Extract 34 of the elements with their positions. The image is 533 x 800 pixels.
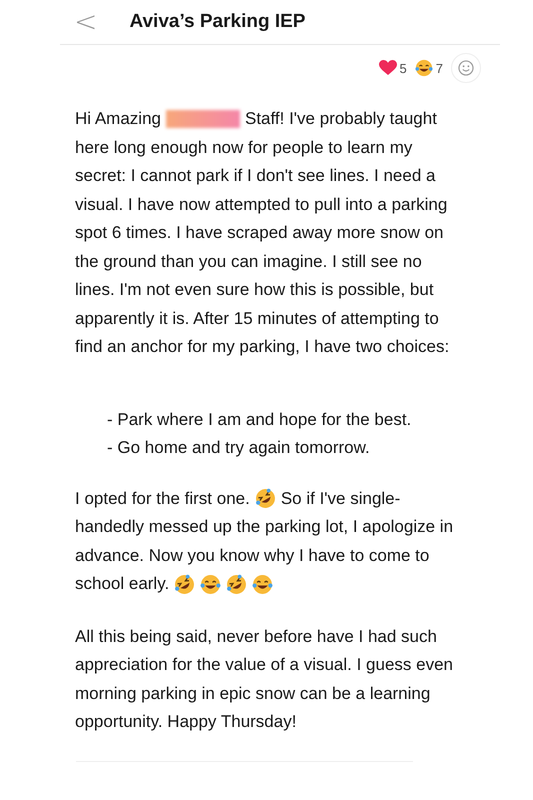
post-text: appreciation for the value of a visual. I guess even xyxy=(75,654,454,676)
post-text: So if I've single- xyxy=(280,488,400,510)
post-text: secret: I cannot park if I don't see lines. I need a xyxy=(75,165,436,187)
post-text: school early. xyxy=(75,573,170,595)
rolling-laughing-emoji-icon xyxy=(226,574,248,595)
post-text: apparently it is. After 15 minutes of attempting to xyxy=(75,308,439,330)
list-item: - Go home and try again tomorrow. xyxy=(107,437,371,459)
laughing-emoji-icon xyxy=(200,574,222,595)
post-text: spot 6 times. I have scraped away more snow on xyxy=(75,222,444,244)
reaction-count: 7 xyxy=(436,60,443,76)
rolling-laughing-emoji-icon xyxy=(174,574,196,595)
post-text: handedly messed up the parking lot, I apologize in xyxy=(75,516,454,538)
post-text: Staff! I've probably taught xyxy=(244,108,437,130)
add-reaction-button[interactable] xyxy=(451,53,481,83)
post-text: visual. I have now attempted to pull into a parking xyxy=(75,194,448,216)
back-button[interactable]: < xyxy=(74,7,98,37)
post-text: Hi Amazing xyxy=(75,108,161,130)
laughing-emoji-icon xyxy=(252,574,274,595)
post-text: advance. Now you know why I have to come to xyxy=(75,544,430,566)
heart-icon[interactable] xyxy=(378,60,397,76)
laughing-emoji-icon[interactable] xyxy=(414,59,433,77)
post-text: opportunity. Happy Thursday! xyxy=(75,711,296,733)
post-text: here long enough now for people to learn my xyxy=(75,136,412,158)
post-text: the ground than you can imagine. I still see no xyxy=(75,250,422,272)
rolling-laughing-emoji-icon xyxy=(254,488,276,510)
post-text: find an anchor for my parking, I have two choices: xyxy=(75,336,450,358)
post-text: lines. I'm not even sure how this is possible, but xyxy=(75,279,434,301)
post-text: morning parking in epic snow can be a learning xyxy=(75,682,430,704)
page-title: Aviva’s Parking IEP xyxy=(129,11,306,33)
list-item: - Park where I am and hope for the best. xyxy=(107,408,412,430)
reaction-count: 5 xyxy=(400,60,407,76)
post-text: All this being said, never before have I had such xyxy=(75,626,437,648)
post-text: I opted for the first one. xyxy=(75,488,250,510)
smiley-icon xyxy=(458,60,474,76)
